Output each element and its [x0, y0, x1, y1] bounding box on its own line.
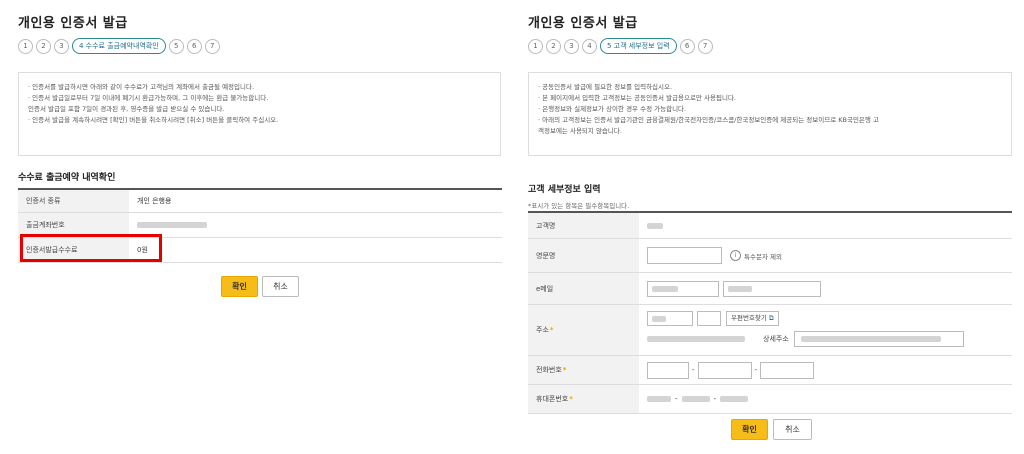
form-row-mobile: 휴대폰번호 * - -: [528, 385, 1012, 414]
masked-address: [647, 335, 745, 342]
detail-address-input[interactable]: [793, 330, 964, 347]
label-email: e메일: [528, 273, 639, 304]
required-star: *: [549, 326, 554, 334]
form-row-english-name: 영문명 i 특수문자 제외: [528, 239, 1012, 273]
masked-mobile-3: [720, 396, 749, 402]
mobile-dash: -: [713, 395, 717, 403]
step-1: 1: [18, 38, 33, 54]
step-2: 2: [36, 38, 51, 54]
step-5-current: 5 고객 세부정보 입력: [600, 38, 677, 54]
phone-input-3[interactable]: [760, 361, 815, 379]
step-3: 3: [54, 38, 69, 54]
address-line: 상세주소: [647, 329, 1012, 348]
phone-input-1[interactable]: [647, 361, 689, 379]
notice-line: · 인증서 발급을 계속하시려면 [확인] 버튼을 취소하시려면 [취소] 버튼…: [28, 116, 279, 124]
value-email: [639, 273, 1012, 304]
value-mobile: - -: [639, 385, 1012, 413]
postcode-input-1[interactable]: [647, 311, 693, 326]
form-row-email: e메일: [528, 273, 1012, 305]
step-5: 5: [168, 38, 184, 54]
notice-line: · 본 페이지에서 입력한 고객정보는 공동인증서 발급용으로만 사용됩니다.: [538, 94, 736, 102]
confirm-button[interactable]: 확인: [731, 419, 768, 440]
value-phone: - -: [639, 356, 1012, 384]
section-title: 수수료 출금예약 내역확인: [18, 173, 116, 183]
row-value-cert-type: 개인 은행용: [137, 197, 172, 205]
label-address: 주소: [536, 326, 549, 334]
value-name: [639, 213, 1012, 238]
external-link-icon: ⧉: [768, 314, 774, 322]
english-name-hint: 특수문자 제외: [744, 252, 782, 261]
value-address: 우편번호찾기 ⧉ 상세주소: [639, 305, 1012, 355]
step-indicator: 1 2 3 4 수수료 출금예약내역확인 5 6 7: [18, 38, 220, 54]
label-mobile: 휴대폰번호: [536, 395, 569, 403]
row-value-fee: 0원: [137, 246, 148, 254]
masked-detail-address: [800, 335, 941, 342]
notice-box: · 인증서를 발급하시면 아래와 같이 수수료가 고객님의 계좌에서 출금될 예…: [18, 72, 501, 156]
masked-email-domain: [728, 285, 752, 292]
form-row-address: 주소 * 우편번호찾기 ⧉ 상세주소: [528, 305, 1012, 356]
notice-line: · 인증서 발급일로부터 7일 이내에 폐기시 환급가능하며, 그 이후에는 환…: [28, 94, 269, 102]
page-title: 개인용 인증서 발급: [528, 16, 638, 31]
fee-highlight-box: [20, 234, 162, 262]
notice-box: · 공동인증서 발급에 필요한 정보를 입력하십시오. · 본 페이지에서 입력…: [528, 72, 1012, 156]
step-7: 7: [204, 38, 220, 54]
info-icon: i: [730, 250, 741, 261]
step-6: 6: [186, 38, 202, 54]
postcode-line: 우편번호찾기 ⧉: [647, 310, 1012, 327]
english-name-input[interactable]: [647, 247, 722, 264]
label-name: 고객명: [528, 213, 639, 238]
confirm-button[interactable]: 확인: [221, 276, 258, 297]
row-label-cert-type: 인증서 종류: [18, 190, 129, 212]
step-2: 2: [546, 38, 561, 54]
step-6: 6: [679, 38, 695, 54]
postcode-search-button[interactable]: 우편번호찾기 ⧉: [726, 311, 779, 326]
required-star: *: [569, 395, 573, 403]
step-1: 1: [528, 38, 543, 54]
section-title: 고객 세부정보 입력: [528, 185, 601, 195]
masked-mobile-2: [681, 396, 710, 402]
page-title: 개인용 인증서 발급: [18, 16, 128, 31]
email-domain-input[interactable]: [723, 280, 821, 297]
table-row: 인증서 종류 개인 은행용: [18, 190, 502, 213]
customer-form: 고객명 영문명 i 특수문자 제외 e메일 주소 * 우편번호찾기 ⧉ 상세주소…: [528, 211, 1012, 414]
row-value-account: [129, 213, 502, 237]
step-4: 4: [582, 38, 597, 54]
masked-name: [647, 222, 663, 229]
label-phone-wrap: 전화번호 *: [528, 356, 639, 384]
step-3: 3: [564, 38, 579, 54]
notice-line: · 은행정보와 실제정보가 상이한 경우 수정 가능합니다.: [538, 105, 687, 113]
step-indicator: 1 2 3 4 5 고객 세부정보 입력 6 7: [528, 38, 713, 54]
value-english-name: i 특수문자 제외: [639, 239, 1012, 272]
postcode-search-label: 우편번호찾기: [731, 314, 767, 322]
phone-dash: -: [754, 366, 758, 374]
notice-line: 인증서 발급일 포함 7일이 경과된 후, 영수증을 발급 받으실 수 있습니다…: [28, 105, 225, 113]
masked-mobile-1: [647, 396, 671, 402]
masked-email-id: [652, 285, 678, 292]
label-english-name: 영문명: [528, 239, 639, 272]
masked-postcode: [652, 316, 666, 322]
mobile-dash: -: [675, 395, 678, 403]
label-mobile-wrap: 휴대폰번호 *: [528, 385, 639, 413]
cancel-button[interactable]: 취소: [773, 419, 812, 440]
email-id-input[interactable]: [647, 280, 719, 297]
form-row-name: 고객명: [528, 213, 1012, 239]
notice-line: · 아래의 고객정보는 인증서 발급기관인 금융결제원/한국전자인증/코스콤/한…: [538, 116, 879, 124]
required-star: *: [562, 366, 567, 374]
label-phone: 전화번호: [536, 366, 562, 374]
label-detail-address: 상세주소: [763, 334, 789, 343]
postcode-input-2[interactable]: [697, 311, 721, 326]
phone-dash: -: [692, 366, 695, 374]
notice-line: 객정보에는 사용되지 않습니다.: [538, 127, 622, 135]
step-7: 7: [697, 38, 713, 54]
masked-account-number: [137, 222, 207, 228]
required-note: *표시가 있는 항목은 필수항목입니다.: [528, 202, 630, 210]
step-4-current: 4 수수료 출금예약내역확인: [72, 38, 166, 54]
label-address-wrap: 주소 *: [528, 305, 639, 355]
notice-line: · 공동인증서 발급에 필요한 정보를 입력하십시오.: [538, 83, 673, 91]
notice-line: · 인증서를 발급하시면 아래와 같이 수수료가 고객님의 계좌에서 출금될 예…: [28, 83, 255, 91]
cancel-button[interactable]: 취소: [262, 276, 299, 297]
form-row-phone: 전화번호 * - -: [528, 356, 1012, 385]
phone-input-2[interactable]: [697, 361, 752, 379]
